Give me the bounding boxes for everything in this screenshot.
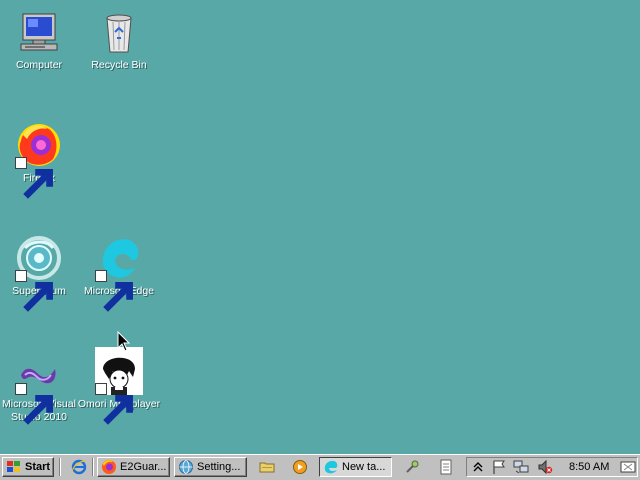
chevron-up-icon[interactable] [470,459,486,475]
desktop-icon-microsoft-edge[interactable]: Microsoft Edge [79,234,159,312]
desktop-icon-computer[interactable]: Computer [0,8,79,72]
omori-icon [95,347,143,425]
network-icon[interactable] [513,459,529,475]
edge-icon [95,234,143,312]
show-desktop-icon[interactable] [620,459,636,475]
shortcut-arrow-icon [15,270,53,312]
edge-icon [324,460,338,474]
taskbar-button-e2guardian[interactable]: E2Guar... [97,457,170,477]
folder-icon [259,462,275,473]
taskbar-button-new-tab[interactable]: New ta... [319,457,392,477]
shortcut-arrow-icon [95,383,133,425]
start-label: Start [25,461,51,473]
task-label: E2Guar... [120,461,167,473]
clock[interactable]: 8:50 AM [569,461,609,473]
taskbar-separator [92,458,94,476]
volume-muted-icon[interactable] [537,459,553,475]
computer-icon [15,8,63,56]
desktop-icon-recycle-bin[interactable]: Recycle Bin [79,8,159,72]
taskbar-separator [59,458,61,476]
desktop-icon-visual-studio[interactable]: Microsoft Visual Studio 2010 [0,347,79,425]
media-player-icon [293,460,307,474]
taskbar-icon-tool[interactable] [404,459,420,475]
windows-logo-icon [7,461,20,472]
shortcut-arrow-icon [15,383,53,425]
task-label: Setting... [197,461,241,473]
start-button[interactable]: Start [2,457,54,477]
task-label: New ta... [342,461,386,473]
settings-globe-icon [179,460,193,474]
firefox-icon [15,121,63,199]
taskbar: Start E2Guar... Setting... New ta... 8:5… [0,454,640,480]
taskbar-icon-folder[interactable] [259,459,275,475]
visual-studio-icon [15,347,63,425]
firefox-icon [102,460,116,474]
tool-icon [406,460,419,473]
supermium-icon [15,234,63,312]
shortcut-arrow-icon [95,270,133,312]
desktop[interactable]: Computer Recycle Bin Firefox Supermium M… [0,0,640,454]
desktop-icon-supermium[interactable]: Supermium [0,234,79,312]
taskbar-button-settings[interactable]: Setting... [174,457,247,477]
taskbar-icon-media[interactable] [292,459,308,475]
recycle-bin-icon [95,8,143,56]
notepad-icon [440,459,452,475]
desktop-icon-label: Computer [15,59,63,71]
flag-icon[interactable] [491,459,507,475]
mouse-cursor-icon [117,331,131,352]
desktop-icon-label: Recycle Bin [91,59,147,71]
system-tray: 8:50 AM [466,457,638,477]
taskbar-icon-notepad[interactable] [438,459,454,475]
desktop-icon-omori-multiplayer[interactable]: Omori Multiplayer [78,347,160,425]
desktop-icon-firefox[interactable]: Firefox [0,121,79,199]
quick-launch-internet-explorer[interactable] [71,459,87,475]
shortcut-arrow-icon [15,157,53,199]
internet-explorer-icon [71,459,87,475]
